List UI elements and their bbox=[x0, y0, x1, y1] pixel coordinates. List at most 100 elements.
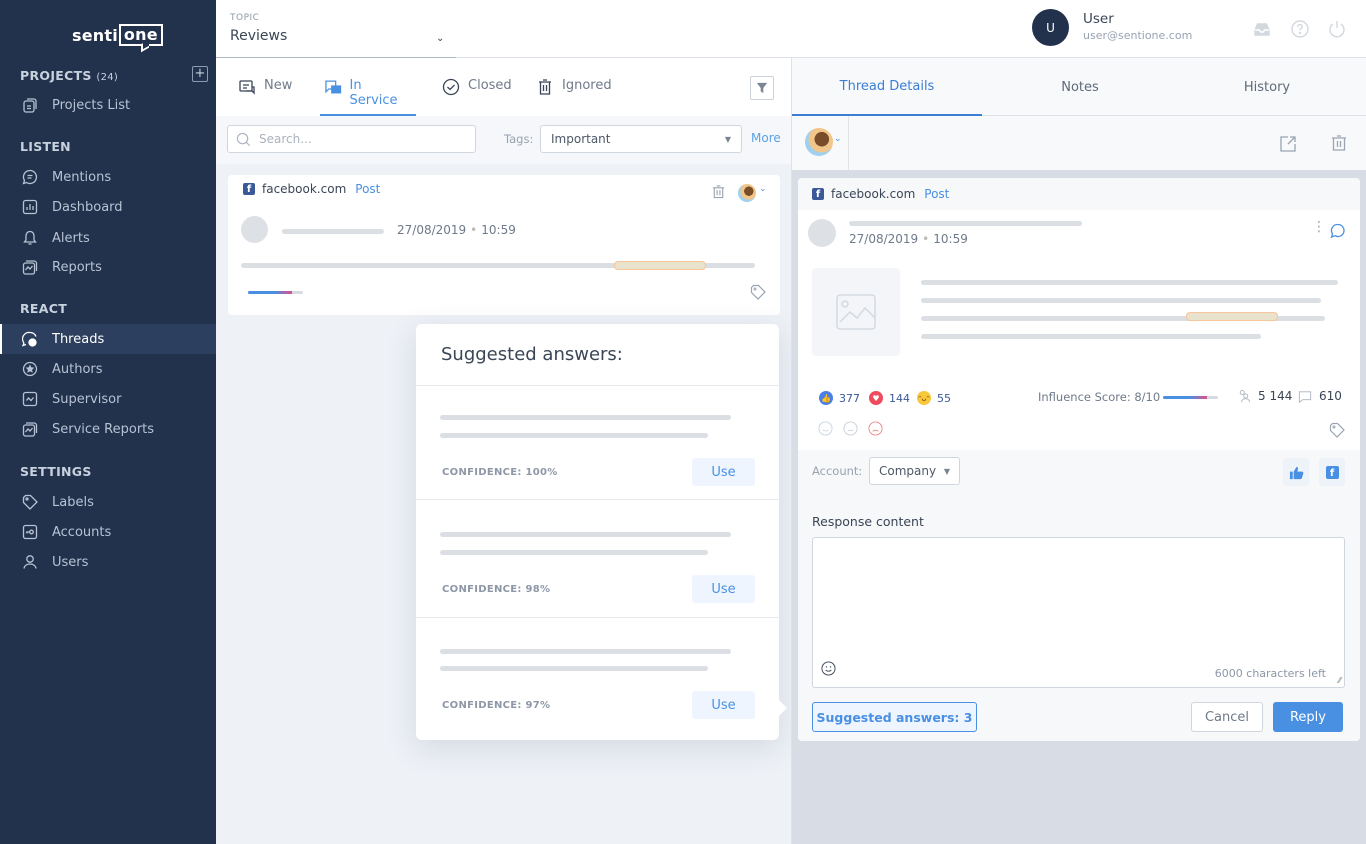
card-source: f facebook.com Post bbox=[243, 182, 380, 196]
sidebar-item-alerts[interactable]: Alerts bbox=[0, 223, 216, 253]
topic-label: TOPIC bbox=[230, 13, 260, 23]
sidebar-item-dashboard[interactable]: Dashboard bbox=[0, 192, 216, 222]
inbox-icon[interactable] bbox=[1252, 19, 1272, 39]
sidebar-item-authors[interactable]: Authors bbox=[0, 354, 216, 384]
positive-sentiment-icon[interactable] bbox=[818, 421, 833, 436]
content-placeholder bbox=[921, 280, 1338, 285]
add-project-button[interactable]: + bbox=[192, 66, 208, 82]
like-reaction-icon: 👍 bbox=[819, 391, 833, 405]
resize-handle[interactable]: ⁄⁄ bbox=[1338, 676, 1341, 685]
new-threads-icon bbox=[239, 80, 255, 95]
tab-label: In Service bbox=[349, 78, 398, 108]
caret-down-icon: ▼ bbox=[724, 134, 731, 144]
confidence-label: CONFIDENCE: 97% bbox=[442, 700, 551, 711]
projects-list-icon bbox=[22, 97, 38, 113]
comment-button[interactable] bbox=[1330, 223, 1346, 243]
trash-icon bbox=[539, 79, 551, 95]
more-options-icon[interactable]: ⋮ bbox=[1312, 220, 1326, 234]
filter-button[interactable] bbox=[750, 76, 774, 100]
cancel-button[interactable]: Cancel bbox=[1191, 702, 1263, 732]
delete-button[interactable] bbox=[1330, 134, 1348, 156]
delete-thread-button[interactable] bbox=[711, 184, 726, 203]
negative-sentiment-icon[interactable] bbox=[868, 421, 883, 436]
reply-form: Account: Company ▼ f Response content 60… bbox=[798, 450, 1360, 741]
divider bbox=[848, 116, 849, 170]
sidebar-item-service-reports[interactable]: Service Reports bbox=[0, 414, 216, 444]
threads-icon bbox=[22, 331, 38, 347]
tab-new[interactable]: New bbox=[234, 76, 296, 116]
tags-select[interactable]: Important ▼ bbox=[540, 125, 742, 153]
chevron-down-icon[interactable]: ⌄ bbox=[759, 184, 767, 194]
post-date: 27/08/2019 • 10:59 bbox=[397, 223, 516, 237]
separator-dot: • bbox=[922, 232, 930, 246]
thread-status-tabs: New In Service Closed Ignored bbox=[216, 58, 791, 116]
date-value: 27/08/2019 bbox=[397, 223, 467, 237]
assignee-avatar[interactable] bbox=[805, 128, 833, 156]
sidebar-item-threads[interactable]: Threads bbox=[0, 324, 216, 354]
service-reports-icon bbox=[22, 421, 38, 437]
account-select[interactable]: Company ▼ bbox=[869, 457, 960, 485]
sidebar-item-labels[interactable]: Labels bbox=[0, 487, 216, 517]
reply-button[interactable]: Reply bbox=[1273, 702, 1343, 732]
love-value: 144 bbox=[889, 391, 910, 405]
assignee-avatar[interactable] bbox=[738, 184, 756, 202]
chevron-down-icon[interactable]: ⌄ bbox=[834, 134, 842, 144]
user-name: User bbox=[1083, 11, 1114, 27]
details-tabs: Thread Details Notes History bbox=[792, 58, 1366, 116]
sidebar-item-users[interactable]: Users bbox=[0, 547, 216, 577]
sidebar-item-reports[interactable]: Reports bbox=[0, 252, 216, 282]
avatar[interactable]: U bbox=[1032, 9, 1069, 46]
section-react: REACT bbox=[20, 301, 68, 316]
help-icon[interactable] bbox=[1290, 19, 1310, 39]
author-avatar-placeholder bbox=[808, 219, 836, 247]
tags-value: Important bbox=[551, 132, 611, 146]
facebook-share-button[interactable]: f bbox=[1319, 458, 1345, 486]
more-filters-link[interactable]: More bbox=[751, 131, 781, 145]
sidebar-item-accounts[interactable]: Accounts bbox=[0, 517, 216, 547]
accounts-icon bbox=[22, 524, 38, 540]
use-answer-button[interactable]: Use bbox=[692, 691, 755, 719]
sentiment-selector bbox=[818, 421, 883, 436]
sentione-logo[interactable]: senti one bbox=[72, 24, 163, 46]
power-icon[interactable] bbox=[1327, 19, 1347, 39]
topbar: TOPIC Reviews ⌄ U User user@sentione.com bbox=[216, 0, 1366, 58]
keyword-highlight bbox=[614, 261, 706, 270]
tag-button[interactable] bbox=[1329, 422, 1345, 442]
topic-value[interactable]: Reviews bbox=[230, 28, 287, 44]
use-answer-button[interactable]: Use bbox=[692, 458, 755, 486]
tab-in-service[interactable]: In Service bbox=[320, 76, 416, 116]
tab-history[interactable]: History bbox=[1172, 58, 1362, 116]
sidebar-item-label: Labels bbox=[52, 494, 94, 510]
post-type-link[interactable]: Post bbox=[924, 187, 949, 201]
tab-closed[interactable]: Closed bbox=[438, 76, 516, 116]
haha-count: ᵔᴗᵔ 55 bbox=[917, 391, 951, 405]
post-type-link[interactable]: Post bbox=[355, 182, 380, 196]
suggested-answers-button[interactable]: Suggested answers: 3 bbox=[812, 702, 977, 732]
comments-icon bbox=[1298, 390, 1312, 408]
check-circle-icon bbox=[442, 78, 460, 96]
image-icon bbox=[836, 294, 876, 330]
chevron-down-icon[interactable]: ⌄ bbox=[436, 33, 444, 44]
tab-label: New bbox=[264, 78, 293, 93]
time-value: 10:59 bbox=[481, 223, 516, 237]
sidebar-item-projects-list[interactable]: Projects List bbox=[0, 90, 216, 120]
tag-button[interactable] bbox=[750, 284, 766, 304]
tab-notes[interactable]: Notes bbox=[985, 58, 1175, 116]
sidebar-item-supervisor[interactable]: Supervisor bbox=[0, 384, 216, 414]
filter-bar: Tags: Important ▼ More bbox=[216, 116, 791, 164]
sidebar-item-label: Projects List bbox=[52, 97, 131, 113]
sidebar-item-mentions[interactable]: Mentions bbox=[0, 162, 216, 192]
search-input[interactable] bbox=[259, 132, 459, 146]
open-external-button[interactable] bbox=[1279, 135, 1297, 157]
like-button[interactable] bbox=[1283, 458, 1309, 486]
emoji-button[interactable] bbox=[821, 661, 836, 680]
tab-ignored[interactable]: Ignored bbox=[532, 76, 616, 116]
image-placeholder[interactable] bbox=[812, 268, 900, 356]
neutral-sentiment-icon[interactable] bbox=[843, 421, 858, 436]
tab-thread-details[interactable]: Thread Details bbox=[792, 58, 982, 116]
response-textarea[interactable] bbox=[813, 538, 1344, 658]
search-box[interactable] bbox=[227, 125, 476, 153]
sidebar-item-label: Alerts bbox=[52, 230, 90, 246]
thread-card[interactable]: f facebook.com Post ⌄ 27/08/2019 • 10:59 bbox=[228, 175, 780, 315]
use-answer-button[interactable]: Use bbox=[692, 575, 755, 603]
